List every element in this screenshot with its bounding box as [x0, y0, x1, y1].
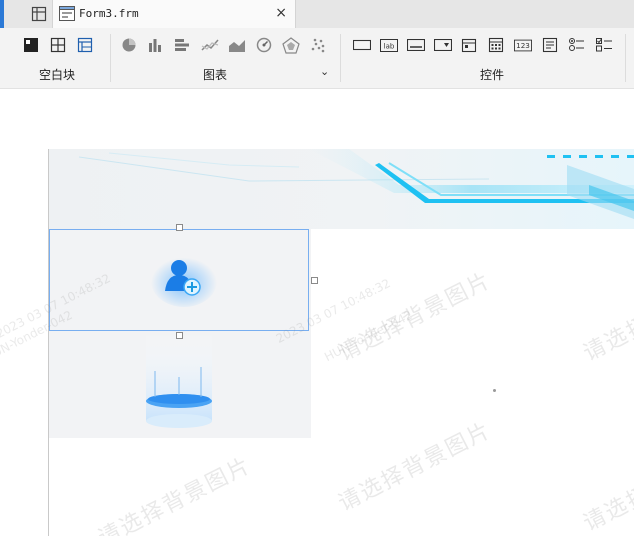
resize-handle-top[interactable]: [176, 224, 183, 231]
chart-group-label: 图表: [203, 68, 228, 82]
date-control-icon[interactable]: [460, 36, 478, 54]
textarea-control-icon[interactable]: [541, 36, 559, 54]
absolute-block-icon[interactable]: [22, 36, 40, 54]
ribbon-separator: [340, 34, 341, 82]
file-tab-label: Form3.frm: [79, 7, 139, 20]
line-chart-icon[interactable]: [201, 36, 219, 54]
button-control-icon[interactable]: [407, 36, 425, 54]
scatter-chart-icon[interactable]: [309, 36, 327, 54]
file-tab[interactable]: Form3.frm ×: [52, 0, 296, 28]
area-chart-icon[interactable]: [228, 36, 246, 54]
ribbon-separator: [625, 34, 626, 82]
radio-group-icon[interactable]: [568, 36, 586, 54]
checkbox-group-icon[interactable]: [595, 36, 613, 54]
svg-text:123: 123: [516, 41, 530, 50]
ribbon-toolbar: 空白块 图表 ⌄ lab 123 控件: [0, 28, 634, 89]
background-placeholder-text: 请选择背景图片: [579, 437, 634, 536]
calendar-control-icon[interactable]: [487, 36, 505, 54]
tab-strip: Form3.frm ×: [0, 0, 634, 28]
gauge-chart-icon[interactable]: [255, 36, 273, 54]
horizontal-bar-chart-icon[interactable]: [173, 36, 191, 54]
blank-block-group-label: 空白块: [39, 68, 76, 82]
chevron-down-icon[interactable]: ⌄: [320, 65, 329, 78]
form-file-icon: [59, 6, 75, 21]
label-text-icon[interactable]: lab: [380, 36, 398, 54]
resize-handle-bottom[interactable]: [176, 332, 183, 339]
tab-strip-edge: [0, 0, 4, 28]
cylinder-graphic: [146, 331, 212, 428]
background-placeholder-text: 请选择背景图片: [334, 417, 496, 517]
split-layout-icon[interactable]: [49, 36, 67, 54]
banner-background-image[interactable]: [49, 149, 634, 229]
resize-handle-right[interactable]: [311, 277, 318, 284]
background-placeholder-text: 请选择背景图片: [334, 267, 496, 367]
pie-chart-icon[interactable]: [120, 36, 138, 54]
controls-group-label: 控件: [480, 68, 505, 82]
ribbon-separator: [110, 34, 111, 82]
design-canvas[interactable]: 2023 03 07 10:48:32 2023 03 07 10:48:32 …: [0, 89, 634, 536]
close-tab-icon[interactable]: ×: [275, 4, 287, 22]
number-control-icon[interactable]: 123: [514, 36, 532, 54]
canvas-dot: [493, 389, 496, 392]
radar-chart-icon[interactable]: [282, 36, 300, 54]
label-control-icon[interactable]: [353, 36, 371, 54]
combobox-control-icon[interactable]: [434, 36, 452, 54]
background-placeholder-text: 请选择背景图片: [579, 267, 634, 367]
table-layout-icon[interactable]: [76, 36, 94, 54]
background-placeholder-text: 请选择背景图片: [94, 452, 256, 536]
svg-text:lab: lab: [384, 42, 395, 50]
grid-view-icon[interactable]: [28, 4, 50, 24]
bar-chart-icon[interactable]: [146, 36, 164, 54]
